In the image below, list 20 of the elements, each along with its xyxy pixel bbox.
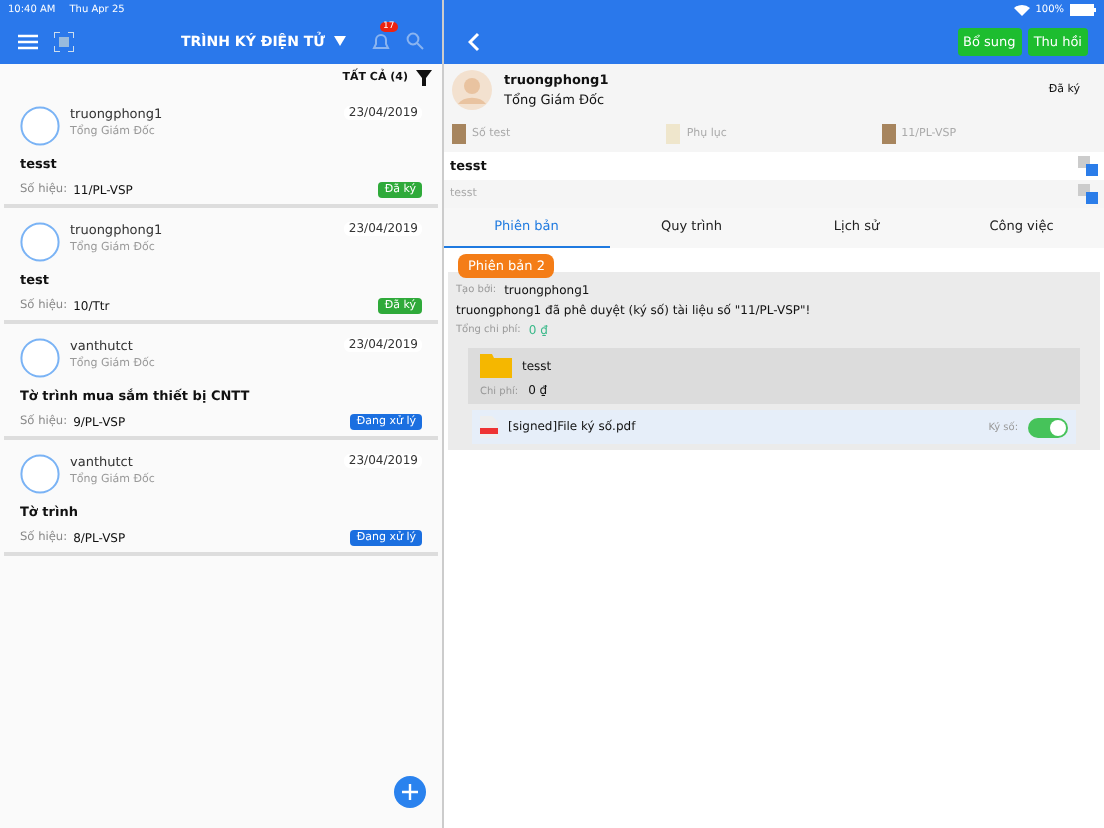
sign-toggle[interactable] xyxy=(1028,417,1068,437)
avatar-icon xyxy=(20,338,60,378)
back-icon[interactable] xyxy=(468,31,480,51)
bell-icon[interactable] xyxy=(372,31,390,51)
folder-icon xyxy=(480,354,512,378)
search-icon[interactable] xyxy=(406,32,424,50)
wifi-icon xyxy=(1013,3,1030,15)
caret-icon[interactable] xyxy=(333,36,346,46)
battery-icon xyxy=(1070,3,1096,15)
scan-icon[interactable] xyxy=(54,31,74,51)
avatar-icon xyxy=(20,454,60,494)
document-icon[interactable] xyxy=(881,124,896,144)
avatar-icon xyxy=(20,222,60,262)
avatar-icon xyxy=(452,70,492,110)
filter-icon[interactable] xyxy=(416,70,432,86)
plus-icon xyxy=(402,784,418,800)
menu-icon[interactable] xyxy=(18,33,38,49)
pdf-file-icon[interactable] xyxy=(480,416,498,438)
add-button[interactable] xyxy=(394,776,426,808)
avatar-icon xyxy=(20,106,60,146)
